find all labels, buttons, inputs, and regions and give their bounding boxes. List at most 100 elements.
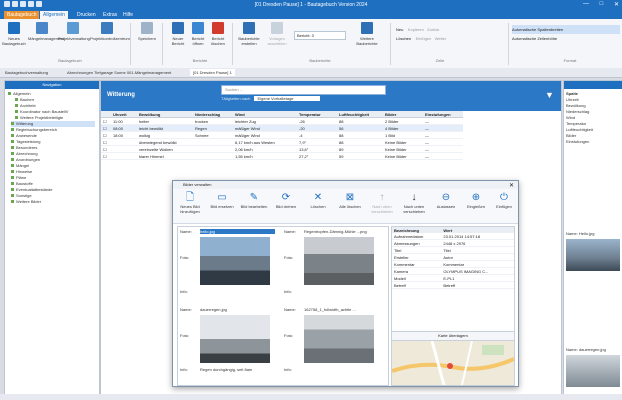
- auto-row-height-button[interactable]: Automatische Zeilenhöhe: [512, 34, 620, 43]
- filter-label: Tätigkeiten nach: [221, 96, 251, 101]
- projektverwaltung-button[interactable]: Projektverwaltung: [58, 22, 90, 56]
- filter-select[interactable]: Eigene Vorhaltetage: [254, 96, 321, 101]
- tab-drucken[interactable]: Drucken: [74, 11, 99, 19]
- tab-allgemein[interactable]: Allgemein: [40, 11, 68, 19]
- delete-image-button[interactable]: ✕ Löschen: [303, 192, 333, 209]
- thumbnail-name[interactable]: Regentropfen-Dämnig-Mühle ...png: [304, 229, 379, 234]
- delete-icon: [212, 22, 224, 34]
- paste-button[interactable]: Einfügen: [416, 36, 432, 41]
- add-image-button[interactable]: 🗋 Neues Bild hinzufügen: [175, 192, 205, 214]
- group-label-bauberichte: Bauberichte: [309, 58, 331, 63]
- move-down-button[interactable]: ↓ Nach unten verschieben: [399, 192, 429, 214]
- row-checkbox[interactable]: ☐: [101, 145, 111, 153]
- prop-row[interactable]: Niederschlag: [566, 109, 589, 114]
- select-template-button[interactable]: Vorlagen auswählen: [264, 22, 290, 56]
- prop-row[interactable]: Uhrzeit: [566, 97, 579, 102]
- create-bauberichte-button[interactable]: Bauberichte erstellen: [236, 22, 262, 56]
- image-thumbnail[interactable]: [200, 315, 270, 363]
- table-row[interactable]: ☐ überwiegend bewölkt 6,17 km/h aus Weste…: [101, 138, 463, 146]
- filter-icon[interactable]: ▼: [545, 90, 555, 100]
- doc-tab-verwaltung[interactable]: Bautagebuchverwaltung: [2, 69, 51, 76]
- image-preview[interactable]: [566, 239, 620, 271]
- node-icon: [8, 92, 11, 96]
- insert-button[interactable]: ⏻ Einfügen: [489, 192, 519, 209]
- thumbnail-card[interactable]: Name: Regentropfen-Dämnig-Mühle ...png F…: [284, 229, 379, 297]
- window-controls[interactable]: — □ ✕: [583, 1, 619, 9]
- row-checkbox[interactable]: ☐: [101, 152, 111, 160]
- edit-image-button[interactable]: ✎ Bild bearbeiten: [239, 192, 269, 209]
- image-thumbnail[interactable]: [200, 237, 270, 285]
- maengel-button[interactable]: Mängelmanagement: [28, 22, 64, 56]
- delete-cell-button[interactable]: Löschen: [396, 36, 411, 41]
- image-thumbnail[interactable]: [304, 315, 374, 363]
- more-bauberichte-button[interactable]: Weitere Bauberichte: [352, 22, 382, 56]
- table-row[interactable]: Titel Titel: [392, 246, 514, 254]
- move-up-button[interactable]: ↑ Nach oben verschieben: [367, 192, 397, 214]
- back-button[interactable]: Zurück: [427, 27, 439, 32]
- doc-tab-maengel[interactable]: Abrechnungen Tiefgarage Sonne 001-Mängel…: [64, 69, 174, 76]
- prop-row[interactable]: Einstufungen: [566, 139, 589, 144]
- table-row[interactable]: Modell E-PL1: [392, 274, 514, 282]
- tab-extras[interactable]: Extras: [100, 11, 120, 19]
- thumbnail-card[interactable]: Name: dauerregen.jpg Foto: Info: Regen d…: [180, 307, 275, 375]
- table-row[interactable]: ☐ 08:00 leicht bewölkt Regen mäßiger Wind -2…: [101, 124, 463, 132]
- table-row[interactable]: ☐ klarer Himmel 1,55 km/h 27,2° 59 Keine Bil…: [101, 152, 463, 160]
- row-checkbox[interactable]: ☐: [101, 138, 111, 146]
- thumbnail-card[interactable]: Name: hello.jpg Foto: Info:: [180, 229, 275, 297]
- maximize-icon[interactable]: □: [600, 1, 604, 9]
- separator: [390, 23, 391, 65]
- tab-bautagebuch[interactable]: Bautagebuch: [4, 11, 40, 19]
- image-preview[interactable]: [566, 355, 620, 387]
- row-checkbox[interactable]: ☐: [101, 124, 111, 132]
- close-icon[interactable]: ✕: [509, 182, 514, 189]
- delete-all-button[interactable]: ⊠ Alle löschen: [335, 192, 365, 209]
- save-button[interactable]: Speichern: [135, 22, 159, 56]
- prop-row[interactable]: Bilder: [566, 133, 576, 138]
- doc-tab-current[interactable]: [01 Dresden Pause] 1: [190, 69, 235, 76]
- image-thumbnail[interactable]: [304, 237, 374, 285]
- edit-icon: ✎: [249, 192, 259, 203]
- row-checkbox[interactable]: ☐: [101, 117, 111, 125]
- replace-image-button[interactable]: ▭ Bild ersetzen: [207, 192, 237, 209]
- zoom-in-button[interactable]: ⊕ Eingießen: [461, 192, 491, 209]
- thumbnail-card[interactable]: Name: 162758_1_fullwidth_achtle ... Foto…: [284, 307, 379, 375]
- location-map[interactable]: [391, 340, 515, 386]
- node-icon: [11, 176, 14, 180]
- close-icon[interactable]: ✕: [614, 1, 619, 9]
- search-input[interactable]: Suchen ...: [221, 85, 386, 95]
- table-row[interactable]: Kommentar Kommentar: [392, 260, 514, 268]
- forward-button[interactable]: Weiter: [435, 36, 446, 41]
- projektkontrolle-button[interactable]: Projektkontrollzentrum: [90, 22, 130, 56]
- image-thumbnails: Name: hello.jpg Foto: Info: Name: Regent…: [177, 226, 389, 386]
- new-cell-button[interactable]: Neu: [396, 27, 403, 32]
- prop-row[interactable]: Temperatur: [566, 121, 586, 126]
- prop-row[interactable]: Wind: [566, 115, 575, 120]
- table-row[interactable]: Betreff Betreff: [392, 281, 514, 289]
- new-bautagebuch-button[interactable]: Neues Bautagebuch: [2, 22, 26, 56]
- node-icon: [11, 188, 14, 192]
- table-row[interactable]: ☐ vereinzelte Wolken 2,06 km/h 13,6° 89 Kein…: [101, 145, 463, 153]
- image-properties: Bezeichnung Wert Aufnahmedatum 23.01.2014…: [391, 226, 515, 332]
- delete-report-button[interactable]: Bericht löschen: [206, 22, 230, 56]
- copy-button[interactable]: Kopieren: [408, 27, 424, 32]
- node-icon: [15, 116, 18, 120]
- thumbnail-name[interactable]: 162758_1_fullwidth_achtle ...: [304, 307, 379, 312]
- report-number-select[interactable]: Bericht: 3: [294, 31, 346, 40]
- rotate-image-button[interactable]: ⟳ Bild drehen: [271, 192, 301, 209]
- tab-hilfe[interactable]: Hilfe: [120, 11, 136, 19]
- tree-item[interactable]: Weitere Bilder: [11, 199, 41, 205]
- thumbnail-name[interactable]: dauerregen.jpg: [200, 307, 275, 312]
- prop-row[interactable]: Luftfeuchtigkeit: [566, 127, 593, 132]
- auto-column-width-button[interactable]: Automatische Spaltenbreiten: [512, 25, 620, 34]
- minimize-icon[interactable]: —: [583, 1, 589, 9]
- zoom-out-button[interactable]: ⊖ Auslassen: [431, 192, 461, 209]
- row-checkbox[interactable]: ☐: [101, 131, 111, 139]
- thumbnail-name[interactable]: hello.jpg: [200, 229, 275, 234]
- table-row[interactable]: Kamera OLYMPUS IMAGING C...: [392, 267, 514, 275]
- map-graphic: [392, 341, 514, 385]
- table-row[interactable]: Ersteller Autor: [392, 253, 514, 261]
- table-row[interactable]: ☐ 18:00 wolkig Schnee mäßiger Wind -4 88 1 Bil…: [101, 131, 463, 139]
- prop-row[interactable]: Bewölkung: [566, 103, 586, 108]
- table-row[interactable]: ☐ 11:00 heiter trocken leichter Zug -26 88 2 B…: [101, 117, 463, 125]
- table-row[interactable]: Abmessungen 2448 x 2976: [392, 239, 514, 247]
